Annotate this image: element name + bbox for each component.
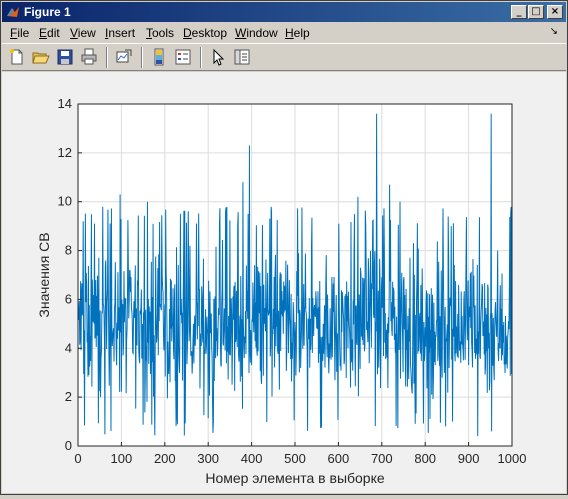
menu-window[interactable]: Window [235,26,278,40]
x-tick-label: 500 [284,451,306,466]
x-tick-label: 300 [197,451,219,466]
y-tick-label: 4 [65,340,72,355]
x-tick-label: 0 [74,451,81,466]
minimize-button[interactable]: _ [511,5,527,19]
figure-toolbar [2,43,566,71]
toolbar-separator [141,47,143,68]
y-tick-label: 10 [58,194,72,209]
menu-edit[interactable]: Edit [39,26,60,40]
figure-canvas: 0 100 200 300 400 500 600 700 800 900 1000 0 2 4 6 8 10 1… [2,72,566,493]
y-tick-label: 8 [65,243,72,258]
x-tick-label: 900 [458,451,480,466]
new-figure-icon[interactable] [8,48,26,66]
print-icon[interactable] [80,48,98,66]
y-tick-label: 14 [58,96,72,111]
dock-arrow-icon[interactable]: ↘ [550,26,558,37]
y-tick-label: 6 [65,291,72,306]
menu-view[interactable]: View [70,26,96,40]
x-axis-label: Номер элемента в выборке [205,470,385,486]
x-tick-label: 700 [371,451,393,466]
insert-colorbar-icon[interactable] [150,48,168,66]
x-tick-label: 100 [111,451,133,466]
open-file-icon[interactable] [32,48,50,66]
menu-help[interactable]: Help [285,26,310,40]
link-plot-icon[interactable] [115,48,133,66]
menu-insert[interactable]: Insert [105,26,135,40]
matlab-logo-icon [7,7,19,17]
close-button[interactable]: × [547,5,563,19]
y-tick-label: 2 [65,389,72,404]
property-inspector-icon[interactable] [233,48,251,66]
y-axis-label: Значения СВ [36,232,52,317]
menu-tools[interactable]: Tools [146,26,174,40]
window-title: Figure 1 [24,5,71,19]
menu-file[interactable]: File [10,26,29,40]
menu-desktop[interactable]: Desktop [183,26,227,40]
edit-plot-pointer-icon[interactable] [209,48,227,66]
insert-legend-icon[interactable] [174,48,192,66]
toolbar-separator [106,47,108,68]
line-plot[interactable]: 0 100 200 300 400 500 600 700 800 900 1000 0 2 4 6 8 10 1… [2,72,568,494]
toolbar-separator [200,47,202,68]
menu-bar: File Edit View Insert Tools Desktop Wind… [2,23,566,42]
y-tick-label: 12 [58,145,72,160]
figure-window: Figure 1 _ □ × File Edit View Insert Too… [0,0,568,495]
x-tick-label: 600 [328,451,350,466]
maximize-button[interactable]: □ [528,5,544,19]
x-tick-label: 800 [414,451,436,466]
x-tick-label: 200 [154,451,176,466]
y-tick-label: 0 [65,438,72,453]
x-tick-label: 1000 [498,451,527,466]
save-figure-icon[interactable] [56,48,74,66]
x-tick-label: 400 [241,451,263,466]
title-bar[interactable]: Figure 1 _ □ × [2,2,566,22]
